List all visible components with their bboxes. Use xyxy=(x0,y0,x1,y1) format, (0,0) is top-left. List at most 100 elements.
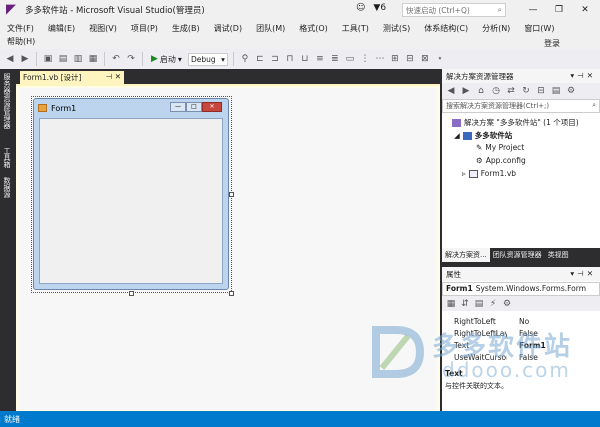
panel-pin-icon[interactable]: ▾⊣✕ xyxy=(570,71,596,81)
menu-team[interactable]: 团队(M) xyxy=(249,23,292,34)
align-center-icon[interactable]: ⊐ xyxy=(269,53,281,65)
forward-icon[interactable]: ▶ xyxy=(460,85,472,97)
menu-edit[interactable]: 编辑(E) xyxy=(41,23,82,34)
maximize-button[interactable]: ❐ xyxy=(546,0,572,20)
panel-bottom-tabs: 解决方案资... 团队资源管理器 类视图 xyxy=(442,248,600,262)
history-icon[interactable]: ◷ xyxy=(490,85,502,97)
property-value[interactable]: No xyxy=(507,317,529,329)
separator xyxy=(36,52,37,66)
property-value[interactable]: False xyxy=(507,353,538,365)
undo-icon[interactable]: ↶ xyxy=(110,53,122,65)
collapse-icon[interactable]: ⊟ xyxy=(535,85,547,97)
spacing2-icon[interactable]: ⋯ xyxy=(374,53,386,65)
property-description-title: Text xyxy=(445,369,463,378)
menu-help[interactable]: 帮助(H) xyxy=(0,37,42,46)
tab-class-view[interactable]: 类视图 xyxy=(545,248,572,262)
align-middle-icon[interactable]: ≡ xyxy=(314,53,326,65)
align-right-icon[interactable]: ⊓ xyxy=(284,53,296,65)
form1-window[interactable]: Form1 — □ ✕ xyxy=(33,98,229,290)
property-pages-icon[interactable]: ⚙ xyxy=(501,298,513,310)
menu-format[interactable]: 格式(O) xyxy=(292,23,335,34)
new-project-icon[interactable]: ▣ xyxy=(42,53,54,65)
find-icon[interactable]: ⚲ xyxy=(239,53,251,65)
menu-window[interactable]: 窗口(W) xyxy=(517,23,561,34)
menu-build[interactable]: 生成(B) xyxy=(165,23,207,34)
menu-architecture[interactable]: 体系结构(C) xyxy=(417,23,475,34)
lock-icon[interactable]: ⊠ xyxy=(419,53,431,65)
save-all-icon[interactable]: ▦ xyxy=(87,53,99,65)
properties-icon[interactable]: ▤ xyxy=(473,298,485,310)
refresh-icon[interactable]: ↻ xyxy=(520,85,532,97)
property-value[interactable]: False xyxy=(507,329,538,341)
events-icon[interactable]: ⚡ xyxy=(487,298,499,310)
align-top-icon[interactable]: ⊔ xyxy=(299,53,311,65)
center-icon[interactable]: ⊞ xyxy=(389,53,401,65)
configuration-select[interactable]: Debug ▾ xyxy=(187,52,228,66)
sync-icon[interactable]: ⇄ xyxy=(505,85,517,97)
tab-server-explorer[interactable]: 服务器资源管理器 xyxy=(2,73,12,129)
tree-node-form1[interactable]: ▹ Form1.vb xyxy=(462,169,516,178)
resize-handle-corner[interactable] xyxy=(229,291,234,296)
resize-handle-right[interactable] xyxy=(229,192,234,197)
forward-icon[interactable]: ▶ xyxy=(19,53,31,65)
property-row[interactable]: UseWaitCursor False xyxy=(442,353,600,365)
tab-team-explorer[interactable]: 团队资源管理器 xyxy=(490,248,545,262)
play-icon: ▶ xyxy=(151,54,158,64)
alphabetical-icon[interactable]: ⇵ xyxy=(459,298,471,310)
open-file-icon[interactable]: ▤ xyxy=(57,53,69,65)
property-row[interactable]: RightToLeftLayo False xyxy=(442,329,600,341)
property-value[interactable]: Form1 xyxy=(507,341,546,353)
menu-project[interactable]: 项目(P) xyxy=(124,23,165,34)
show-all-icon[interactable]: ▤ xyxy=(550,85,562,97)
back-icon[interactable]: ◀ xyxy=(4,53,16,65)
spacing-icon[interactable]: ⋮ xyxy=(359,53,371,65)
document-tab-bar: Form1.vb [设计] ⊣ ✕ xyxy=(16,69,440,84)
minimize-button[interactable]: — xyxy=(520,0,546,20)
start-button[interactable]: ▶ 启动 ▾ xyxy=(148,54,185,65)
property-row[interactable]: Text Form1 xyxy=(442,341,600,353)
tab-toolbox[interactable]: 工具箱 xyxy=(2,147,12,168)
tree-node-my-project[interactable]: ✎ My Project xyxy=(476,143,524,152)
menu-tools[interactable]: 工具(T) xyxy=(335,23,376,34)
tab-solution-explorer[interactable]: 解决方案资... xyxy=(442,248,490,262)
menu-analyze[interactable]: 分析(N) xyxy=(475,23,517,34)
categorized-icon[interactable]: ▦ xyxy=(445,298,457,310)
menu-view[interactable]: 视图(V) xyxy=(82,23,124,34)
quick-launch-input[interactable]: 快速启动 (Ctrl+Q) ⌕ xyxy=(402,3,506,17)
solution-search-input[interactable]: 搜索解决方案资源管理器(Ctrl+;) ⌕ xyxy=(442,99,600,113)
object-selector[interactable]: Form1 System.Windows.Forms.Form xyxy=(442,282,600,296)
same-size-icon[interactable]: ▭ xyxy=(344,53,356,65)
home-icon[interactable]: ⌂ xyxy=(475,85,487,97)
menu-debug[interactable]: 调试(D) xyxy=(207,23,249,34)
tree-node-app-config[interactable]: ⚙ App.config xyxy=(476,156,526,165)
tab-data-sources[interactable]: 数据源 xyxy=(2,177,12,198)
save-icon[interactable]: ▥ xyxy=(72,53,84,65)
menu-file[interactable]: 文件(F) xyxy=(0,23,41,34)
align-bottom-icon[interactable]: ≣ xyxy=(329,53,341,65)
panel-pin-icon[interactable]: ▾⊣✕ xyxy=(570,269,596,279)
menu-test[interactable]: 测试(S) xyxy=(376,23,417,34)
back-icon[interactable]: ◀ xyxy=(445,85,457,97)
align-left-icon[interactable]: ⊏ xyxy=(254,53,266,65)
object-name: Form1 xyxy=(446,284,473,293)
login-link[interactable]: 登录 xyxy=(544,38,560,49)
expand-icon[interactable]: ◢ xyxy=(454,131,460,140)
designer-canvas[interactable]: Form1 — □ ✕ xyxy=(19,88,437,410)
redo-icon[interactable]: ↷ xyxy=(125,53,137,65)
order-icon[interactable]: ⊟ xyxy=(404,53,416,65)
tree-node-solution[interactable]: 解决方案 "多多软件站" (1 个项目) xyxy=(452,117,579,128)
tree-node-project[interactable]: ◢ 多多软件站 xyxy=(454,130,512,141)
collapsed-arrow-icon[interactable]: ▹ xyxy=(462,169,466,178)
properties-icon[interactable]: ⚙ xyxy=(565,85,577,97)
feedback-icon[interactable]: ☺ xyxy=(356,3,365,13)
property-name: RightToLeft xyxy=(454,317,496,326)
property-row[interactable]: RightToLeft No xyxy=(442,317,600,329)
form-client-area[interactable] xyxy=(39,118,223,284)
notification-icon[interactable]: ▼6 xyxy=(373,3,386,13)
resize-handle-bottom[interactable] xyxy=(129,291,134,296)
tab-order-icon[interactable]: ⋆ xyxy=(434,53,446,65)
close-button[interactable]: ✕ xyxy=(572,0,598,20)
tab-form1-design[interactable]: Form1.vb [设计] ⊣ ✕ xyxy=(20,71,124,84)
pin-icon[interactable]: ⊣ ✕ xyxy=(106,72,121,83)
property-description-text: 与控件关联的文本。 xyxy=(445,382,508,390)
